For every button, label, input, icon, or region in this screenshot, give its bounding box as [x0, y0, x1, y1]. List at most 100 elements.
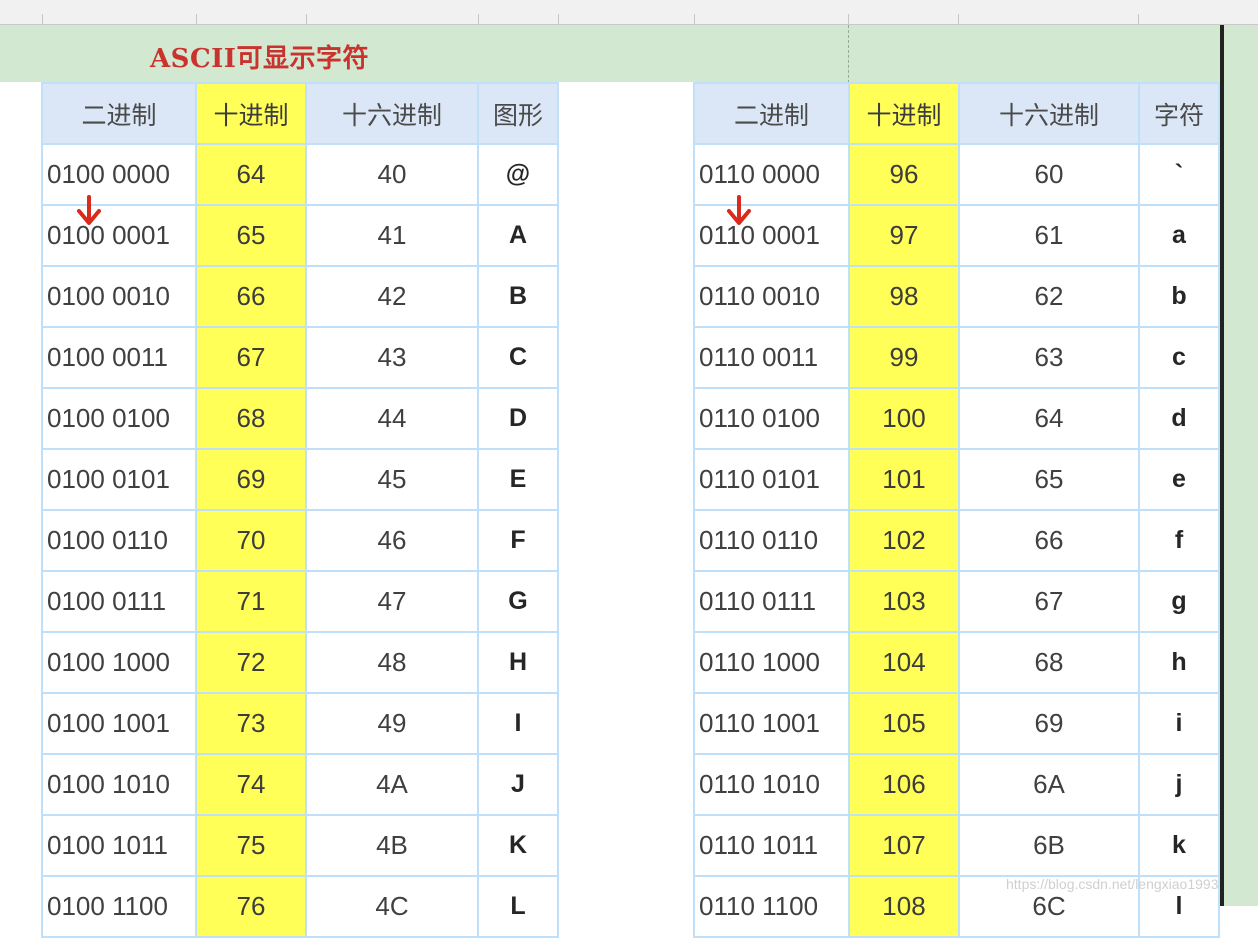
column-header-hex[interactable]: 十六进制	[305, 82, 479, 145]
cell-decimal[interactable]: 108	[848, 875, 960, 938]
cell-char[interactable]: f	[1138, 509, 1220, 572]
cell-char[interactable]: F	[477, 509, 559, 572]
cell-hex[interactable]: 46	[305, 509, 479, 572]
cell-binary[interactable]: 0100 1011	[41, 814, 197, 877]
cell-hex[interactable]: 60	[958, 143, 1140, 206]
cell-hex[interactable]: 47	[305, 570, 479, 633]
cell-binary[interactable]: 0110 0100	[693, 387, 850, 450]
cell-hex[interactable]: 45	[305, 448, 479, 511]
cell-hex[interactable]: 4C	[305, 875, 479, 938]
cell-binary[interactable]: 0110 0001	[693, 204, 850, 267]
cell-binary[interactable]: 0100 0111	[41, 570, 197, 633]
cell-hex[interactable]: 4A	[305, 753, 479, 816]
cell-char[interactable]: g	[1138, 570, 1220, 633]
cell-decimal[interactable]: 69	[195, 448, 307, 511]
cell-binary[interactable]: 0110 1001	[693, 692, 850, 755]
cell-hex[interactable]: 61	[958, 204, 1140, 267]
cell-char[interactable]: b	[1138, 265, 1220, 328]
cell-decimal[interactable]: 73	[195, 692, 307, 755]
cell-hex[interactable]: 67	[958, 570, 1140, 633]
column-header-decimal[interactable]: 十进制	[195, 82, 307, 145]
cell-decimal[interactable]: 68	[195, 387, 307, 450]
cell-binary[interactable]: 0110 1100	[693, 875, 850, 938]
cell-hex[interactable]: 4B	[305, 814, 479, 877]
column-header-binary[interactable]: 二进制	[693, 82, 850, 145]
cell-hex[interactable]: 64	[958, 387, 1140, 450]
cell-char[interactable]: j	[1138, 753, 1220, 816]
cell-binary[interactable]: 0110 1000	[693, 631, 850, 694]
cell-hex[interactable]: 48	[305, 631, 479, 694]
cell-decimal[interactable]: 98	[848, 265, 960, 328]
cell-char[interactable]: K	[477, 814, 559, 877]
cell-hex[interactable]: 68	[958, 631, 1140, 694]
cell-char[interactable]: G	[477, 570, 559, 633]
cell-binary[interactable]: 0100 1000	[41, 631, 197, 694]
cell-decimal[interactable]: 72	[195, 631, 307, 694]
cell-decimal[interactable]: 102	[848, 509, 960, 572]
cell-hex[interactable]: 44	[305, 387, 479, 450]
cell-decimal[interactable]: 105	[848, 692, 960, 755]
cell-char[interactable]: C	[477, 326, 559, 389]
cell-hex[interactable]: 63	[958, 326, 1140, 389]
cell-char[interactable]: i	[1138, 692, 1220, 755]
cell-decimal[interactable]: 65	[195, 204, 307, 267]
cell-binary[interactable]: 0100 0100	[41, 387, 197, 450]
cell-char[interactable]: E	[477, 448, 559, 511]
cell-binary[interactable]: 0110 0111	[693, 570, 850, 633]
cell-char[interactable]: J	[477, 753, 559, 816]
cell-binary[interactable]: 0110 0000	[693, 143, 850, 206]
column-header-hex[interactable]: 十六进制	[958, 82, 1140, 145]
column-header-char[interactable]: 字符	[1138, 82, 1220, 145]
cell-char[interactable]: d	[1138, 387, 1220, 450]
cell-hex[interactable]: 62	[958, 265, 1140, 328]
cell-char[interactable]: @	[477, 143, 559, 206]
cell-hex[interactable]: 43	[305, 326, 479, 389]
cell-binary[interactable]: 0100 0101	[41, 448, 197, 511]
cell-hex[interactable]: 66	[958, 509, 1140, 572]
cell-binary[interactable]: 0110 0101	[693, 448, 850, 511]
cell-binary[interactable]: 0100 1001	[41, 692, 197, 755]
cell-char[interactable]: D	[477, 387, 559, 450]
cell-char[interactable]: k	[1138, 814, 1220, 877]
cell-binary[interactable]: 0110 1010	[693, 753, 850, 816]
cell-hex[interactable]: 49	[305, 692, 479, 755]
cell-char[interactable]: B	[477, 265, 559, 328]
cell-char[interactable]: e	[1138, 448, 1220, 511]
cell-binary[interactable]: 0110 0110	[693, 509, 850, 572]
cell-decimal[interactable]: 99	[848, 326, 960, 389]
cell-hex[interactable]: 69	[958, 692, 1140, 755]
cell-binary[interactable]: 0100 0000	[41, 143, 197, 206]
cell-decimal[interactable]: 66	[195, 265, 307, 328]
cell-decimal[interactable]: 97	[848, 204, 960, 267]
cell-char[interactable]: A	[477, 204, 559, 267]
cell-decimal[interactable]: 64	[195, 143, 307, 206]
cell-hex[interactable]: 40	[305, 143, 479, 206]
cell-decimal[interactable]: 101	[848, 448, 960, 511]
cell-decimal[interactable]: 75	[195, 814, 307, 877]
cell-binary[interactable]: 0100 0010	[41, 265, 197, 328]
cell-decimal[interactable]: 76	[195, 875, 307, 938]
cell-decimal[interactable]: 67	[195, 326, 307, 389]
cell-binary[interactable]: 0100 1010	[41, 753, 197, 816]
cell-decimal[interactable]: 107	[848, 814, 960, 877]
cell-decimal[interactable]: 104	[848, 631, 960, 694]
cell-binary[interactable]: 0100 0110	[41, 509, 197, 572]
cell-hex[interactable]: 6B	[958, 814, 1140, 877]
cell-decimal[interactable]: 74	[195, 753, 307, 816]
cell-char[interactable]: a	[1138, 204, 1220, 267]
cell-char[interactable]: h	[1138, 631, 1220, 694]
cell-binary[interactable]: 0110 0011	[693, 326, 850, 389]
cell-decimal[interactable]: 96	[848, 143, 960, 206]
cell-hex[interactable]: 41	[305, 204, 479, 267]
cell-binary[interactable]: 0100 0011	[41, 326, 197, 389]
cell-decimal[interactable]: 100	[848, 387, 960, 450]
cell-decimal[interactable]: 106	[848, 753, 960, 816]
cell-binary[interactable]: 0110 1011	[693, 814, 850, 877]
cell-hex[interactable]: 6A	[958, 753, 1140, 816]
cell-char[interactable]: c	[1138, 326, 1220, 389]
cell-binary[interactable]: 0100 0001	[41, 204, 197, 267]
cell-char[interactable]: `	[1138, 143, 1220, 206]
column-header-binary[interactable]: 二进制	[41, 82, 197, 145]
cell-hex[interactable]: 65	[958, 448, 1140, 511]
cell-binary[interactable]: 0100 1100	[41, 875, 197, 938]
